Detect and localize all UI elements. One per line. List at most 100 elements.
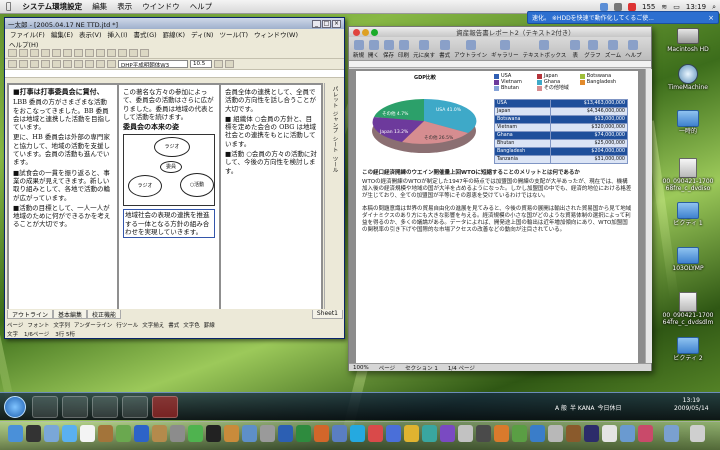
desktop-icon-timemachine[interactable]: TimeMachine [658, 64, 718, 91]
desktop-icon-macintosh-hd[interactable]: Macintosh HD [658, 26, 718, 53]
application-icon[interactable] [638, 425, 653, 442]
application-icon[interactable] [368, 425, 383, 442]
desktop-icon-folder[interactable]: 一時的 [658, 108, 718, 135]
application-icon[interactable] [566, 425, 581, 442]
toolbar-textbox[interactable]: テキストボックス [523, 40, 566, 59]
menu-help[interactable]: ヘルプ [185, 1, 218, 12]
ical-icon[interactable] [80, 425, 95, 442]
document-page[interactable]: GDP比較 USA 41.0% Japan 13.2% その他 4.7% その他… [356, 71, 638, 363]
taskbar-explorer[interactable] [62, 396, 88, 418]
tool-underline[interactable]: アンダーライン [74, 321, 112, 329]
menu-display[interactable]: ディ(N) [188, 29, 216, 39]
maximize-button[interactable]: □ [322, 19, 331, 28]
application-icon[interactable] [584, 425, 599, 442]
taskbar-clock[interactable]: 13:19 2009/05/14 [674, 397, 709, 413]
border-icon[interactable] [225, 60, 234, 68]
tool-string[interactable]: 文字列 [53, 321, 70, 329]
menu-rule[interactable]: 罫線(K) [160, 29, 188, 39]
ruby-icon[interactable] [214, 60, 223, 68]
italic-icon[interactable] [19, 60, 28, 68]
address-book-icon[interactable] [98, 425, 113, 442]
desktop-icon-victim-2[interactable]: ビクティ 2 [658, 335, 718, 362]
size-select[interactable]: 10.5 [190, 60, 212, 68]
toolbar-gallery[interactable]: ギャラリー [491, 40, 519, 59]
toolbar-undo[interactable]: 元に戻す [413, 40, 435, 59]
desktop-icon-victim-1[interactable]: ビクティ 1 [658, 200, 718, 227]
close-button[interactable]: × [332, 19, 341, 28]
side-panel-tab[interactable]: ジャンプ [331, 111, 339, 133]
menu-tools[interactable]: ツール(T) [216, 29, 251, 39]
toolbar-save[interactable]: 保存 [383, 40, 394, 59]
new-icon[interactable] [8, 49, 17, 57]
desktop-icon-iso-2[interactable]: 00_090421-1700 64fre_c_dvdsdlm [658, 292, 718, 326]
side-panel-tab[interactable]: ツール [331, 156, 339, 173]
toolbar-table[interactable]: 表 [570, 40, 581, 59]
cut-icon[interactable] [52, 49, 61, 57]
menu-help[interactable]: ヘルプ(H) [5, 39, 344, 49]
mail-icon[interactable] [44, 425, 59, 442]
application-icon[interactable] [458, 425, 473, 442]
window-title-bar[interactable]: 資産報告書レポート2（テキスト2付き） [349, 27, 651, 37]
highlight-icon[interactable] [107, 60, 116, 68]
application-icon[interactable] [404, 425, 419, 442]
tab-basic-edit[interactable]: 基本編集 [53, 310, 88, 319]
window-title-bar[interactable]: 一太郎 - [2005.04.17 NE TTD.jtd *] _ □ × [5, 18, 344, 29]
apple-menu-icon[interactable]:  [0, 2, 17, 12]
system-preferences-icon[interactable] [260, 425, 275, 442]
taskbar-media[interactable] [92, 396, 118, 418]
application-icon[interactable] [440, 425, 455, 442]
menu-window[interactable]: ウインドウ [137, 1, 185, 12]
terminal-icon[interactable] [206, 425, 221, 442]
menu-insert[interactable]: 挿入(I) [105, 29, 131, 39]
document-area[interactable]: GDP比較 USA 41.0% Japan 13.2% その他 4.7% その他… [349, 69, 645, 363]
start-button[interactable] [4, 396, 26, 418]
image-icon[interactable] [118, 49, 127, 57]
application-icon[interactable] [548, 425, 563, 442]
ichat-icon[interactable] [188, 425, 203, 442]
close-icon[interactable]: × [708, 14, 714, 22]
indent-icon[interactable] [74, 60, 83, 68]
minimize-button[interactable]: _ [312, 19, 321, 28]
safari-icon[interactable] [62, 425, 77, 442]
paste-icon[interactable] [74, 49, 83, 57]
toolbar-format[interactable]: 書式 [439, 40, 450, 59]
menu-file[interactable]: ファイル(F) [7, 29, 48, 39]
volume-badge[interactable]: 155 [642, 3, 655, 11]
outdent-icon[interactable] [85, 60, 94, 68]
finder-icon[interactable] [8, 425, 23, 442]
tool-rule[interactable]: 罫線 [204, 321, 215, 329]
save-icon[interactable] [30, 49, 39, 57]
align-center-icon[interactable] [52, 60, 61, 68]
open-icon[interactable] [19, 49, 28, 57]
align-right-icon[interactable] [63, 60, 72, 68]
tool-color[interactable]: 文字色 [183, 321, 200, 329]
side-panel-tab[interactable]: パレット [331, 86, 339, 108]
taskbar-word[interactable] [122, 396, 148, 418]
downloads-stack-icon[interactable] [664, 425, 679, 442]
menu-clock[interactable]: 13:19 [686, 3, 706, 11]
dropbox-icon[interactable] [600, 3, 609, 11]
tool-line[interactable]: 行ツール [116, 321, 138, 329]
underline-icon[interactable] [30, 60, 39, 68]
copy-icon[interactable] [63, 49, 72, 57]
sheet-tab[interactable]: Sheet1 [311, 310, 343, 319]
document-area[interactable]: ■打事は打事委員会に賃付、 LBB 委員の方がさまざまな活動をおこなってきました… [7, 83, 323, 309]
application-icon[interactable] [476, 425, 491, 442]
align-left-icon[interactable] [41, 60, 50, 68]
skype-icon[interactable] [350, 425, 365, 442]
word-icon[interactable] [278, 425, 293, 442]
toolbar-open[interactable]: 開く [368, 40, 379, 59]
battery-icon[interactable]: ▭ [673, 3, 680, 11]
iphoto-icon[interactable] [116, 425, 131, 442]
mail-icon[interactable] [614, 3, 623, 11]
toolbar-outline[interactable]: アウトライン [454, 40, 487, 59]
powerpoint-icon[interactable] [314, 425, 329, 442]
menu-view[interactable]: 表示 [112, 1, 137, 12]
menu-app-name[interactable]: システム環境設定 [17, 1, 87, 12]
menu-view[interactable]: 表示(V) [76, 29, 105, 39]
undo-icon[interactable] [85, 49, 94, 57]
menu-format[interactable]: 書式(G) [131, 29, 160, 39]
vertical-scrollbar[interactable] [645, 69, 652, 363]
application-icon[interactable] [602, 425, 617, 442]
zoom-icon[interactable] [129, 49, 138, 57]
